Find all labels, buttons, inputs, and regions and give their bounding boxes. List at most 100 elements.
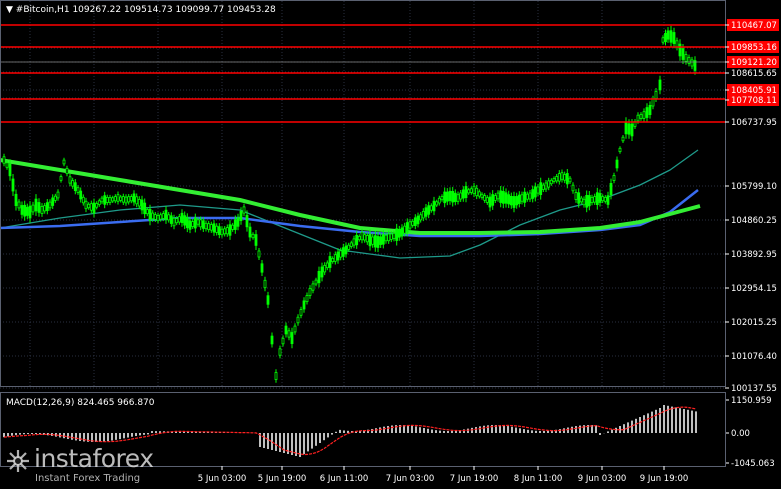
- candle-body: [585, 194, 589, 208]
- candle-body: [228, 224, 232, 236]
- candle-body: [2, 156, 6, 164]
- candle-body: [51, 197, 55, 206]
- candle-body: [167, 214, 171, 221]
- candle-body: [624, 121, 628, 135]
- macd-histogram-bar: [319, 433, 321, 443]
- candle-body: [636, 114, 640, 122]
- candle-body: [568, 177, 572, 183]
- candle-body: [76, 187, 80, 193]
- macd-axis-label: 0.00: [731, 429, 750, 439]
- candle-body: [151, 212, 155, 220]
- candle-body: [627, 123, 631, 135]
- watermark-brand: instaforex: [34, 444, 154, 473]
- candle-body: [87, 203, 91, 209]
- candle-body: [552, 177, 556, 182]
- macd-histogram-bar: [655, 409, 657, 433]
- macd-histogram-bar: [391, 425, 393, 433]
- candle-body: [639, 114, 643, 119]
- macd-histogram-bar: [379, 427, 381, 433]
- price-axis-label: 104860.25: [731, 216, 777, 226]
- candle-body: [421, 210, 425, 219]
- macd-histogram-bar: [67, 433, 69, 440]
- macd-histogram-bar: [31, 433, 33, 435]
- macd-histogram-bar: [547, 430, 549, 433]
- candle-body: [515, 196, 519, 206]
- price-axis[interactable]: 110467.07109853.16109453.28109121.201086…: [725, 19, 779, 394]
- watermark-tagline: Instant Forex Trading: [35, 473, 141, 484]
- candle-body: [308, 288, 312, 296]
- candle-body: [400, 227, 404, 237]
- candle-body: [672, 32, 676, 45]
- price-axis-label: 103892.95: [731, 250, 777, 260]
- candle-body: [488, 196, 492, 208]
- candle-body: [477, 191, 481, 197]
- candle-body: [119, 196, 123, 201]
- candle-body: [95, 203, 99, 208]
- candle-body: [263, 279, 267, 289]
- candle-body: [606, 195, 610, 205]
- candle-body: [140, 199, 144, 211]
- macd-histogram-bar: [307, 433, 309, 452]
- macd-histogram-bar: [151, 431, 153, 433]
- candle-body: [260, 263, 264, 273]
- price-axis-label: 105799.10: [731, 182, 777, 192]
- candle-body: [681, 48, 685, 60]
- candle-body: [651, 98, 655, 107]
- candle-body: [595, 192, 599, 205]
- candle-body: [25, 206, 29, 216]
- chart-window[interactable]: 1150.959 0.00 -1045.063 110467.07 109853.16…: [0, 0, 781, 489]
- macd-histogram-bar: [691, 410, 693, 433]
- macd-histogram-bar: [127, 433, 129, 438]
- macd-histogram-bar: [435, 430, 437, 433]
- candle-body: [336, 251, 340, 261]
- candle-body: [116, 194, 120, 202]
- candle-body: [204, 222, 208, 230]
- macd-histogram-bar: [607, 431, 609, 433]
- candle-body: [427, 205, 431, 215]
- candle-body: [65, 167, 69, 174]
- candle-body: [73, 182, 77, 191]
- candle-body: [544, 182, 548, 190]
- candle-body: [387, 233, 391, 242]
- price-axis-label: 107708.11: [731, 96, 777, 106]
- candle-body: [290, 332, 294, 345]
- macd-histogram-bar: [115, 433, 117, 440]
- candle-body: [411, 220, 415, 226]
- macd-histogram-bar: [663, 405, 665, 433]
- candle-body: [108, 197, 112, 203]
- candle-body: [456, 194, 460, 202]
- macd-histogram-bar: [71, 433, 73, 440]
- candle-body: [215, 225, 219, 233]
- time-axis[interactable]: 5 Jun 03:00 5 Jun 19:00 6 Jun 11:00 7 Jun 0…: [198, 466, 689, 484]
- macd-histogram-bar: [451, 430, 453, 433]
- candle-body: [34, 198, 38, 212]
- candle-body: [164, 209, 168, 221]
- candle-body: [661, 37, 665, 43]
- macd-histogram-bar: [99, 433, 101, 442]
- macd-histogram-bar: [679, 408, 681, 433]
- candle-body: [618, 147, 622, 153]
- candle-body: [137, 198, 141, 207]
- candle-body: [603, 196, 607, 202]
- candle-body: [124, 196, 128, 204]
- macd-histogram-bar: [487, 425, 489, 433]
- candle-body: [615, 159, 619, 169]
- macd-histogram-bar: [571, 426, 573, 433]
- macd-histogram-bar: [639, 417, 641, 433]
- time-axis-label: 8 Jun 11:00: [514, 474, 563, 484]
- horizontal-levels[interactable]: [0, 24, 725, 123]
- candle-body: [365, 235, 369, 243]
- candle-body: [14, 193, 18, 207]
- macd-histogram-bar: [531, 430, 533, 433]
- candle-body: [317, 270, 321, 284]
- candle-body: [645, 107, 649, 118]
- candle-body: [403, 225, 407, 234]
- candle-body: [148, 208, 152, 221]
- macd-histogram-bar: [143, 433, 145, 435]
- candle-body: [493, 195, 497, 201]
- candle-body: [89, 203, 93, 211]
- candle-body: [223, 228, 227, 235]
- macd-histogram-bar: [155, 431, 157, 433]
- candle-body: [435, 201, 439, 206]
- candle-body: [355, 234, 359, 246]
